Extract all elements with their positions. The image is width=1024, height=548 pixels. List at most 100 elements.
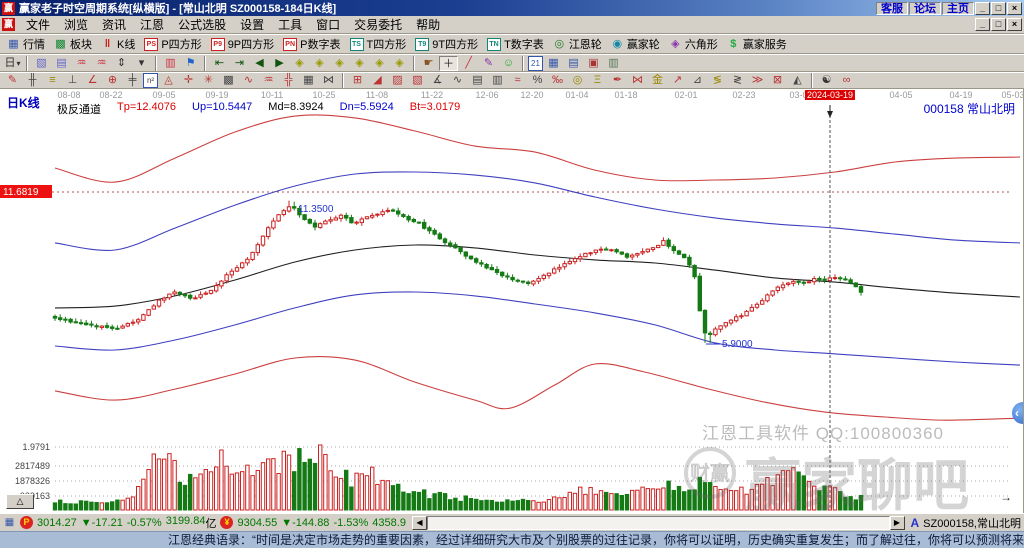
scroll-left-button[interactable]: ◀ [412, 516, 427, 530]
9t-square-button[interactable]: T99T四方形 [411, 36, 482, 53]
yinyang-icon[interactable]: ☯ [817, 73, 836, 88]
fan-lines-icon[interactable]: ◢ [368, 73, 387, 88]
winner-service-button[interactable]: $赢家服务 [723, 36, 791, 53]
homepage-link[interactable]: 主页 [942, 2, 974, 15]
oscillation-icon[interactable]: ≶ [708, 73, 727, 88]
shaded-box2-icon[interactable]: ▧ [408, 73, 427, 88]
star-burst-icon[interactable]: ✳ [199, 73, 218, 88]
ink-pen-icon[interactable]: ✒ [608, 73, 627, 88]
market-quotes-button[interactable]: ▦行情 [3, 36, 49, 53]
acceleration-icon[interactable]: ≫ [748, 73, 767, 88]
golden-box-icon[interactable]: 金 [648, 73, 667, 88]
window-box-icon[interactable]: ⊞ [348, 73, 367, 88]
half-triangle-icon[interactable]: ◭ [788, 73, 807, 88]
menu-item-0[interactable]: 文件 [19, 16, 57, 33]
expand-horizontal-icon[interactable]: ◈ [330, 56, 349, 71]
column-grid-icon[interactable]: ▥ [488, 73, 507, 88]
rise-line-icon[interactable]: ↗ [668, 73, 687, 88]
sectors-button[interactable]: ▩板块 [50, 36, 96, 53]
indicator-down-icon[interactable]: ♒ [92, 56, 111, 71]
calculator-icon[interactable]: ▦ [544, 56, 563, 71]
zoom-in-time-icon[interactable]: ◈ [310, 56, 329, 71]
customer-service-link[interactable]: 客服 [876, 2, 908, 15]
winner-wheel-button[interactable]: ◉赢家轮 [607, 36, 664, 53]
indicator-up-icon[interactable]: ♒ [72, 56, 91, 71]
scale-toggle-icon[interactable]: ⇕ [112, 56, 131, 71]
next-bar-icon[interactable]: ▶ [270, 56, 289, 71]
signal-flag-icon[interactable]: ⚑ [181, 56, 200, 71]
volume-pane-toggle-button[interactable]: △ [6, 494, 34, 509]
menu-item-7[interactable]: 窗口 [309, 16, 347, 33]
chart-style-icon[interactable]: ▧ [32, 56, 51, 71]
save-icon[interactable]: ▣ [584, 56, 603, 71]
circle-cross-icon[interactable]: ⊕ [103, 73, 122, 88]
menu-item-1[interactable]: 浏览 [57, 16, 95, 33]
box-grid-icon[interactable]: ▦ [299, 73, 318, 88]
smiley-icon[interactable]: ☺ [499, 56, 518, 71]
time-price-icon[interactable]: ⋈ [628, 73, 647, 88]
child-restore-button[interactable]: □ [991, 18, 1006, 31]
child-minimize-button[interactable]: _ [975, 18, 990, 31]
parallel-waves-icon[interactable]: ≈ [508, 73, 527, 88]
minimize-button[interactable]: _ [975, 2, 990, 15]
last-bar-icon[interactable]: ⇥ [230, 56, 249, 71]
9p-square-button[interactable]: P99P四方形 [207, 36, 278, 53]
trend-line-icon[interactable]: ╱ [459, 56, 478, 71]
hexagon-button[interactable]: ◈六角形 [665, 36, 722, 53]
gann-angle-icon[interactable]: ∠ [83, 73, 102, 88]
menu-item-6[interactable]: 工具 [271, 16, 309, 33]
oscillation2-icon[interactable]: ≷ [728, 73, 747, 88]
scrollbar-track[interactable] [427, 516, 890, 530]
quote-grid-icon[interactable]: ▦ [3, 516, 16, 529]
p-number-table-button[interactable]: PNP数字表 [279, 36, 344, 53]
menu-item-8[interactable]: 交易委托 [347, 16, 409, 33]
crosshair-icon[interactable]: ＋ [439, 56, 458, 71]
time-division-icon[interactable]: ╫ [23, 73, 42, 88]
menu-item-9[interactable]: 帮助 [409, 16, 447, 33]
crossed-box-icon[interactable]: ⊠ [768, 73, 787, 88]
notepad-icon[interactable]: ▤ [564, 56, 583, 71]
child-close-button[interactable]: × [1007, 18, 1022, 31]
menu-item-4[interactable]: 公式选股 [171, 16, 233, 33]
square-of-nine-icon[interactable]: n² [143, 73, 158, 88]
export-icon[interactable]: ▥ [604, 56, 623, 71]
triangle-tool-icon[interactable]: ◬ [159, 73, 178, 88]
wave-tool-icon[interactable]: ∿ [239, 73, 258, 88]
axis-settings-icon[interactable]: ▥ [161, 56, 180, 71]
double-wave-icon[interactable]: ♒ [259, 73, 278, 88]
row-grid-icon[interactable]: ▤ [468, 73, 487, 88]
draw-pen-icon[interactable]: ✎ [3, 73, 22, 88]
menu-item-2[interactable]: 资讯 [95, 16, 133, 33]
period-selector[interactable]: 日▾ [3, 56, 22, 71]
t-number-table-button[interactable]: TNT数字表 [483, 36, 548, 53]
zigzag-icon[interactable]: ∿ [448, 73, 467, 88]
percent-icon[interactable]: % [528, 73, 547, 88]
compress-horizontal-icon[interactable]: ◈ [350, 56, 369, 71]
golden-section-icon[interactable]: Ξ [588, 73, 607, 88]
golden-circle-icon[interactable]: ◎ [568, 73, 587, 88]
maximize-button[interactable]: □ [991, 2, 1006, 15]
scale-dropdown[interactable]: ▾ [132, 56, 151, 71]
red-grid-icon[interactable]: ╬ [279, 73, 298, 88]
t-square-button[interactable]: TST四方形 [346, 36, 411, 53]
menu-item-5[interactable]: 设置 [233, 16, 271, 33]
gann-wheel-button[interactable]: ◎江恩轮 [549, 36, 606, 53]
annotation-pen-icon[interactable]: ✎ [479, 56, 498, 71]
calendar-icon[interactable]: 21 [528, 56, 543, 71]
expand-vertical-icon[interactable]: ◈ [370, 56, 389, 71]
grid-cross-icon[interactable]: ╪ [123, 73, 142, 88]
pan-hand-icon[interactable]: ☛ [419, 56, 438, 71]
shaded-box-icon[interactable]: ▨ [388, 73, 407, 88]
hourglass-icon[interactable]: ⋈ [319, 73, 338, 88]
scroll-right-button[interactable]: ▶ [890, 516, 905, 530]
support-line-icon[interactable]: ⊥ [63, 73, 82, 88]
forum-link[interactable]: 论坛 [909, 2, 941, 15]
p-square-button[interactable]: PSP四方形 [140, 36, 205, 53]
menu-item-3[interactable]: 江恩 [133, 16, 171, 33]
kline-button[interactable]: ‖K线 [97, 36, 139, 53]
price-division-icon[interactable]: ≡ [43, 73, 62, 88]
infinity-icon[interactable]: ∞ [837, 73, 856, 88]
prev-bar-icon[interactable]: ◀ [250, 56, 269, 71]
angle-measure-icon[interactable]: ∡ [428, 73, 447, 88]
slope-triangle-icon[interactable]: ⊿ [688, 73, 707, 88]
